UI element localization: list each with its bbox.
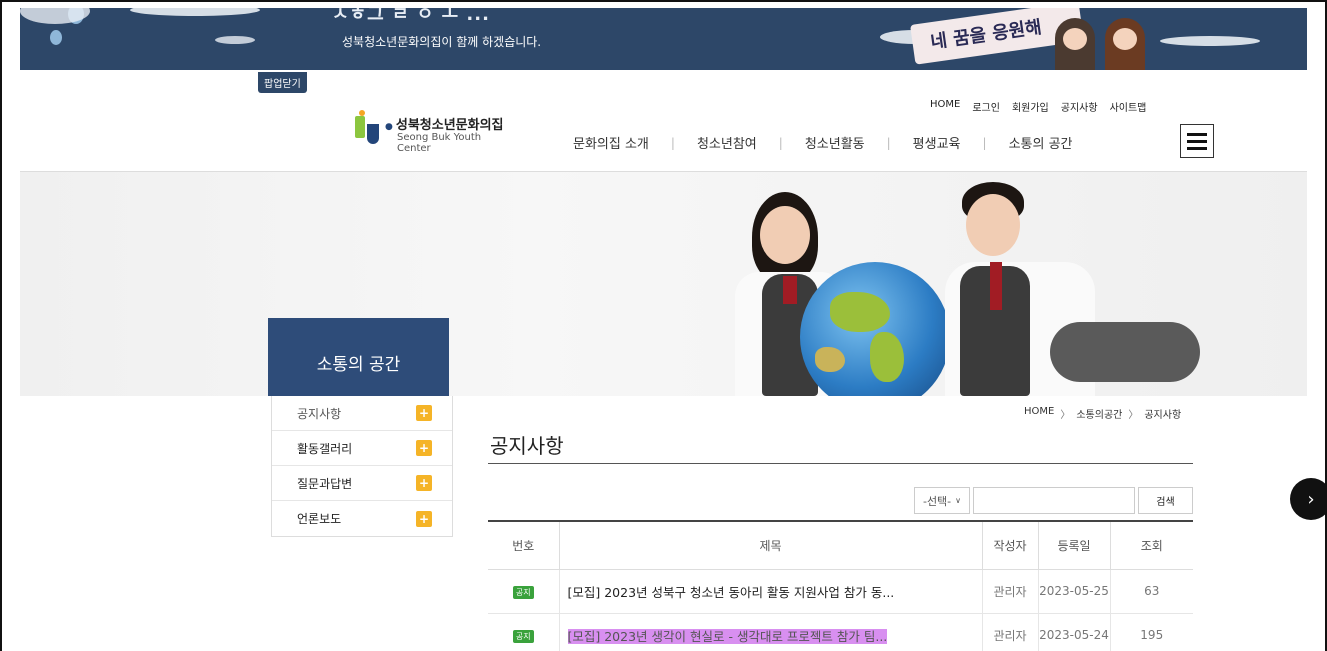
plus-icon[interactable]: +	[416, 405, 432, 421]
util-link-home[interactable]: HOME	[930, 99, 960, 114]
plus-icon[interactable]: +	[416, 510, 432, 527]
title-divider	[488, 463, 1193, 464]
breadcrumb-current[interactable]: 공지사항	[1144, 406, 1181, 421]
table-header-row: 번호 제목 작성자 등록일 조회	[488, 521, 1193, 570]
col-header-views: 조회	[1110, 521, 1193, 570]
face-shape	[760, 206, 810, 264]
sidebar-item-qna[interactable]: 질문과답변 +	[272, 466, 452, 501]
plus-icon[interactable]: +	[416, 475, 432, 491]
land-shape	[870, 332, 904, 382]
balloon-icon	[50, 30, 62, 45]
notice-table: 번호 제목 작성자 등록일 조회 공지 [모집] 2023년 성북구 청소년 동…	[488, 520, 1193, 651]
search-select-value: -선택-	[922, 494, 952, 508]
legs-shape	[1050, 322, 1200, 382]
nav-item-activities[interactable]: 청소년활동	[805, 133, 865, 152]
sidebar-item-label: 공지사항	[297, 406, 342, 421]
notice-badge: 공지	[512, 629, 534, 643]
nav-item-education[interactable]: 평생교육	[913, 133, 961, 152]
sidebar-item-press[interactable]: 언론보도 +	[272, 501, 452, 536]
hamburger-bar	[1187, 139, 1207, 143]
sidebar-item-label: 질문과답변	[297, 476, 353, 491]
menu-hamburger-icon[interactable]	[1180, 124, 1214, 158]
main-nav: 문화의집 소개 | 청소년참여 | 청소년활동 | 평생교육 | 소통의 공간	[573, 133, 1073, 153]
col-header-author: 작성자	[982, 521, 1039, 570]
breadcrumb-home[interactable]: HOME	[1024, 406, 1054, 421]
util-link-join[interactable]: 회원가입	[1012, 99, 1049, 114]
nav-item-community[interactable]: 소통의 공간	[1009, 133, 1073, 152]
table-row[interactable]: 공지 [모집] 2023년 성북구 청소년 동아리 활동 지원사업 참가 동..…	[488, 569, 1193, 614]
post-date: 2023-05-25	[1038, 569, 1111, 614]
utility-nav: HOME 로그인 회원가입 공지사항 사이트맵	[930, 99, 1146, 114]
util-link-login[interactable]: 로그인	[972, 99, 1000, 114]
site-logo[interactable]: 성북청소년문화의집 Seong Buk Youth Center	[355, 110, 515, 154]
cloud-decoration	[1160, 36, 1260, 46]
sidebar-item-notice[interactable]: 공지사항 +	[272, 396, 452, 431]
banner-sign-text: 네 꿈을 응원해	[929, 16, 1044, 54]
kid-illustration	[1055, 18, 1095, 70]
popup-close-button[interactable]: 팝업닫기	[258, 72, 307, 93]
cloud-decoration	[215, 36, 255, 44]
hamburger-bar	[1187, 146, 1207, 150]
globe-image	[800, 262, 950, 396]
notice-badge-cell: 공지	[488, 569, 560, 614]
post-author: 관리자	[982, 613, 1039, 651]
post-views: 63	[1110, 569, 1193, 614]
board-search: -선택- ∨ 검색	[914, 487, 1193, 514]
page-title: 공지사항	[490, 434, 564, 458]
sidebar-item-label: 언론보도	[297, 512, 342, 526]
banner-heading: ㅅㅎ그 ㄹ ㅇ ㅗ ...	[332, 8, 490, 25]
logo-mark	[355, 116, 365, 138]
nav-separator: |	[778, 135, 783, 150]
nav-separator: |	[670, 135, 675, 150]
search-button[interactable]: 검색	[1138, 487, 1193, 514]
post-author: 관리자	[982, 569, 1039, 614]
plus-icon[interactable]: +	[416, 440, 432, 456]
nav-separator: |	[982, 135, 987, 150]
land-shape	[815, 347, 845, 372]
sidebar-item-gallery[interactable]: 활동갤러리 +	[272, 431, 452, 466]
util-link-notice[interactable]: 공지사항	[1061, 99, 1098, 114]
logo-name-ko: 성북청소년문화의집	[385, 114, 504, 133]
post-views: 195	[1110, 613, 1193, 651]
popup-banner[interactable]: ㅅㅎ그 ㄹ ㅇ ㅗ ... 성북청소년문화의집이 함께 하겠습니다. 네 꿈을 …	[20, 8, 1307, 70]
banner-subtitle: 성북청소년문화의집이 함께 하겠습니다.	[342, 35, 542, 49]
sidebar-title: 소통의 공간	[268, 318, 449, 396]
hero-image	[20, 172, 1307, 396]
col-header-title: 제목	[559, 521, 983, 570]
breadcrumb-section[interactable]: 소통의공간	[1076, 406, 1122, 421]
sidebar-menu: 공지사항 + 활동갤러리 + 질문과답변 + 언론보도 +	[271, 396, 453, 537]
hamburger-bar	[1187, 132, 1207, 136]
nav-separator: |	[886, 135, 891, 150]
notice-badge: 공지	[512, 585, 534, 599]
chevron-right-icon: 〉	[1060, 410, 1071, 421]
nav-item-participation[interactable]: 청소년참여	[697, 133, 757, 152]
search-field-select[interactable]: -선택- ∨	[914, 487, 970, 514]
cloud-decoration	[130, 8, 260, 16]
util-link-sitemap[interactable]: 사이트맵	[1110, 99, 1147, 114]
post-title-link[interactable]: [모집] 2023년 생각이 현실로 - 생각대로 프로젝트 참가 팀...	[559, 613, 983, 651]
kid-illustration	[1105, 18, 1145, 70]
logo-name-en: Seong Buk Youth Center	[397, 132, 482, 154]
search-input[interactable]	[973, 487, 1135, 514]
logo-mark	[367, 124, 379, 144]
face-shape	[966, 194, 1020, 256]
col-header-number: 번호	[488, 521, 560, 570]
sidebar-item-label: 활동갤러리	[297, 441, 353, 456]
chevron-right-icon: 〉	[1128, 410, 1139, 421]
highlighted-title[interactable]: [모집] 2023년 생각이 현실로 - 생각대로 프로젝트 참가 팀...	[567, 628, 888, 644]
post-date: 2023-05-24	[1038, 613, 1111, 651]
notice-badge-cell: 공지	[488, 613, 560, 651]
table-row[interactable]: 공지 [모집] 2023년 생각이 현실로 - 생각대로 프로젝트 참가 팀..…	[488, 613, 1193, 651]
ribbon-shape	[783, 276, 797, 304]
chevron-right-icon[interactable]: ›	[1290, 478, 1327, 520]
land-shape	[830, 292, 890, 332]
nav-item-about[interactable]: 문화의집 소개	[573, 133, 649, 152]
chevron-down-icon: ∨	[955, 496, 962, 505]
col-header-date: 등록일	[1038, 521, 1111, 570]
post-title-link[interactable]: [모집] 2023년 성북구 청소년 동아리 활동 지원사업 참가 동...	[559, 569, 983, 614]
tie-shape	[990, 262, 1002, 310]
breadcrumb: HOME 〉 소통의공간 〉 공지사항	[1024, 406, 1181, 421]
